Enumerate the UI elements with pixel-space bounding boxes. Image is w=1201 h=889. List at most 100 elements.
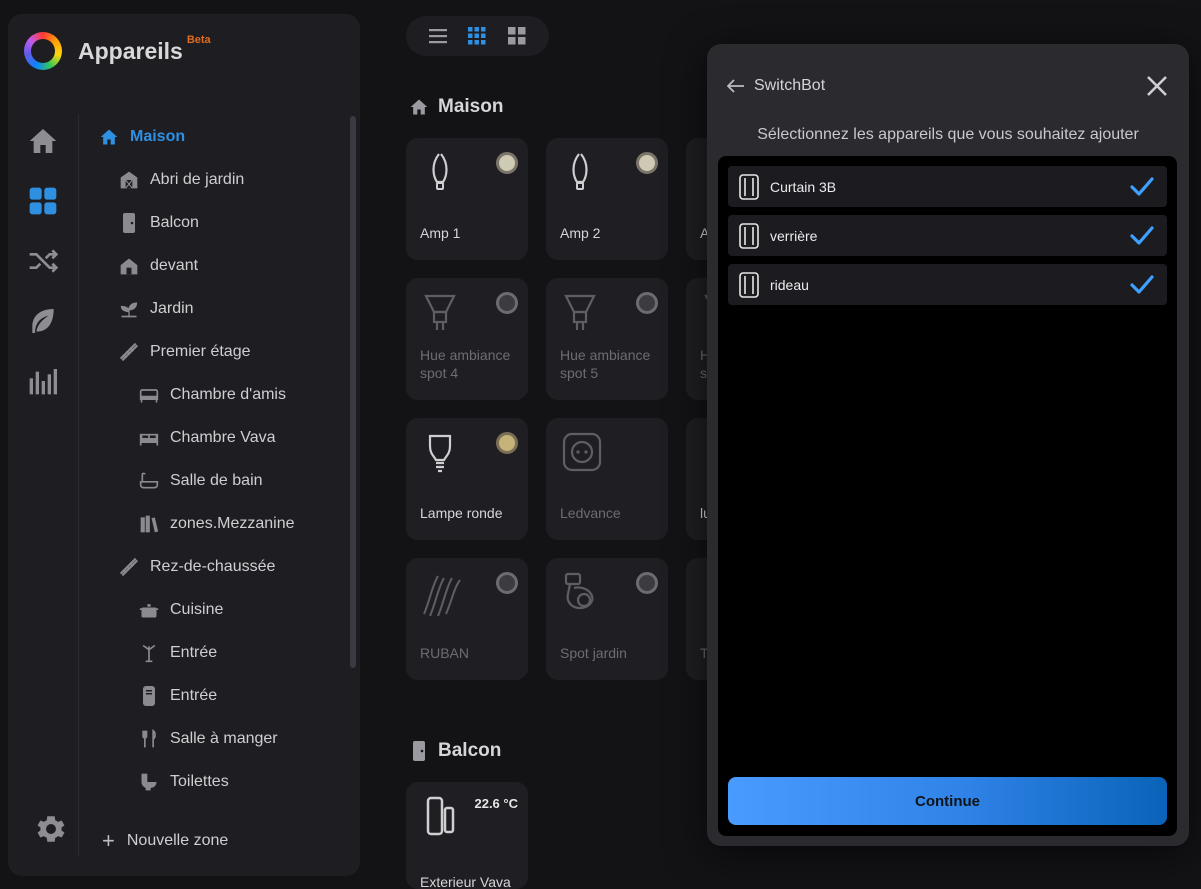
device-card-label: Amp 1 — [420, 225, 461, 241]
device-card-label: Lampe ronde — [420, 505, 503, 521]
zone-item[interactable]: Chambre Vava — [138, 423, 276, 453]
sidebar: Appareils Beta Maison Abri de jardin Balco… — [8, 14, 360, 876]
zone-item[interactable]: Entrée — [138, 638, 217, 668]
books-icon — [138, 513, 160, 535]
zone-item-label: Balcon — [150, 214, 199, 231]
zone-item[interactable]: Entrée — [138, 681, 217, 711]
device-card-balcon[interactable]: 22.6 °C Exterieur Vava — [406, 782, 528, 889]
zones-scrollbar[interactable] — [350, 116, 356, 668]
device-card[interactable]: Ledvance — [546, 418, 668, 540]
power-toggle[interactable] — [496, 432, 518, 454]
zone-item-label: Chambre d'amis — [170, 386, 286, 403]
zone-item-label: Chambre Vava — [170, 429, 276, 446]
device-row-name: Curtain 3B — [770, 178, 837, 195]
device-card-label: Hue ambiance spot 4 — [420, 347, 511, 381]
zone-item-label: Premier étage — [150, 343, 251, 360]
zone-item[interactable]: Maison — [98, 122, 185, 152]
zone-item[interactable]: Rez-de-chaussée — [118, 552, 275, 582]
device-card[interactable]: Hue ambiance spot 5 — [546, 278, 668, 400]
outlet-icon — [560, 432, 602, 472]
zone-item[interactable]: devant — [118, 251, 198, 281]
zone-item[interactable]: Jardin — [118, 294, 194, 324]
zone-item[interactable]: Balcon — [118, 208, 199, 238]
zone-item[interactable]: Chambre d'amis — [138, 380, 286, 410]
plus-icon: + — [102, 828, 115, 853]
zone-item-label: Maison — [130, 128, 186, 145]
device-selection-list: Curtain 3B verrière rideau Continue — [718, 156, 1177, 836]
nav-devices-icon[interactable] — [26, 184, 60, 218]
nav-stats-icon[interactable] — [26, 364, 60, 398]
double-bed-icon — [138, 427, 160, 449]
zone-item-label: Salle de bain — [170, 472, 263, 489]
add-devices-dialog: SwitchBot Sélectionnez les appareils que… — [707, 44, 1189, 846]
settings-gear-icon[interactable] — [34, 812, 68, 846]
device-card[interactable]: RUBAN — [406, 558, 528, 680]
temperature-value: 22.6 °C — [474, 796, 518, 811]
zone-item[interactable]: zones.Mezzanine — [138, 509, 295, 539]
power-toggle[interactable] — [496, 572, 518, 594]
zone-item[interactable]: Toilettes — [138, 767, 229, 797]
zone-item-label: Salle à manger — [170, 730, 278, 747]
door-icon — [408, 740, 430, 762]
zone-item-label: devant — [150, 257, 199, 274]
power-toggle[interactable] — [496, 152, 518, 174]
beta-badge: Beta — [186, 34, 211, 46]
close-icon[interactable] — [1145, 74, 1169, 98]
house-icon — [98, 126, 120, 148]
zone-item-label: Jardin — [150, 300, 194, 317]
power-toggle[interactable] — [636, 292, 658, 314]
device-row[interactable]: rideau — [728, 264, 1167, 305]
checkmark-icon[interactable] — [1129, 272, 1155, 298]
device-card-label: Hue ambiance spot 5 — [560, 347, 651, 381]
device-row-name: rideau — [770, 276, 809, 293]
device-card-label: Exterieur Vava — [420, 874, 511, 889]
nav-home-icon[interactable] — [26, 124, 60, 158]
checkmark-icon[interactable] — [1129, 223, 1155, 249]
device-card[interactable]: Amp 2 — [546, 138, 668, 260]
view-mode-toggle — [406, 16, 549, 56]
app-logo — [24, 32, 62, 70]
back-arrow-icon[interactable] — [727, 74, 747, 98]
bathtub-icon — [138, 470, 160, 492]
power-toggle[interactable] — [636, 152, 658, 174]
device-row[interactable]: verrière — [728, 215, 1167, 256]
continue-button[interactable]: Continue — [728, 777, 1167, 825]
door-icon — [118, 212, 140, 234]
small-grid-view-icon[interactable] — [465, 24, 489, 48]
nav-energy-icon[interactable] — [26, 304, 60, 338]
zone-item[interactable]: Salle à manger — [138, 724, 278, 754]
curtain-icon — [738, 173, 760, 200]
device-row[interactable]: Curtain 3B — [728, 166, 1167, 207]
device-card[interactable]: Lampe ronde — [406, 418, 528, 540]
zone-item-label: Rez-de-chaussée — [150, 558, 276, 575]
zone-item[interactable]: Cuisine — [138, 595, 223, 625]
candle-bulb-icon — [560, 152, 600, 192]
zone-item[interactable]: Premier étage — [118, 337, 251, 367]
shed-icon — [118, 169, 140, 191]
power-toggle[interactable] — [636, 572, 658, 594]
candle-bulb-icon — [420, 152, 460, 192]
nav-automations-icon[interactable] — [26, 244, 60, 278]
power-toggle[interactable] — [496, 292, 518, 314]
door-sensor-icon — [420, 796, 460, 836]
section-title-text: Balcon — [438, 740, 502, 761]
list-view-icon[interactable] — [426, 24, 450, 48]
large-grid-view-icon[interactable] — [505, 24, 529, 48]
device-card-label: RUBAN — [420, 645, 470, 661]
stairs-icon — [118, 556, 140, 578]
device-card-label: Amp 2 — [560, 225, 601, 241]
zone-item-label: Abri de jardin — [150, 171, 245, 188]
device-card[interactable]: Hue ambiance spot 4 — [406, 278, 528, 400]
device-card[interactable]: Spot jardin — [546, 558, 668, 680]
toilet-icon — [138, 771, 160, 793]
locker-icon — [138, 685, 160, 707]
device-card[interactable]: Amp 1 — [406, 138, 528, 260]
zone-item[interactable]: Abri de jardin — [118, 165, 244, 195]
zone-item-label: Cuisine — [170, 601, 224, 618]
dialog-title: SwitchBot — [754, 77, 826, 94]
checkmark-icon[interactable] — [1129, 174, 1155, 200]
zone-item[interactable]: Salle de bain — [138, 466, 263, 496]
coat-rack-icon — [138, 642, 160, 664]
new-zone-button[interactable]: + Nouvelle zone — [102, 828, 228, 854]
curtain-icon — [738, 222, 760, 249]
